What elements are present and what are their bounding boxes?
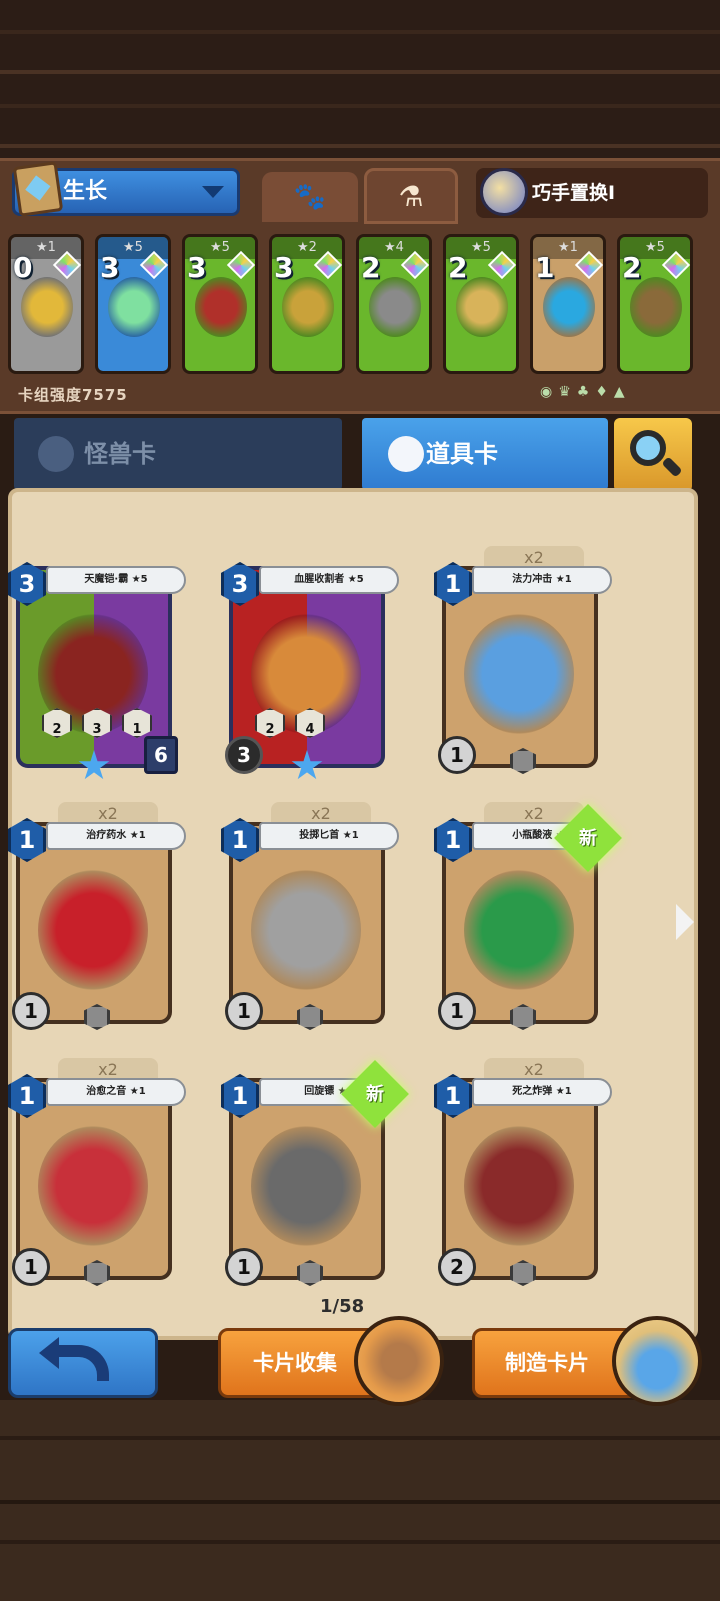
craft-card-label: 制造卡片 <box>505 1351 589 1375</box>
deck-card[interactable]: ★5 2 <box>617 234 693 374</box>
deck-card-cost: 3 <box>100 251 120 284</box>
deck-card[interactable]: ★4 2 <box>356 234 432 374</box>
card-name: 死之炸弹 ★1 <box>472 1078 612 1106</box>
card-attack: 1 <box>12 1248 50 1286</box>
card-attack: 3 <box>225 736 263 774</box>
tab-monster-cards[interactable]: 怪兽卡 <box>14 418 342 490</box>
deck-card-art <box>543 277 595 337</box>
deck-card-cost: 3 <box>187 251 207 284</box>
deck-card-cost: 2 <box>448 251 468 284</box>
collection-card[interactable]: 血腥收割者 ★5 3 3 2 4 <box>221 558 399 784</box>
card-name: 投掷匕首 ★1 <box>259 822 399 850</box>
card-attack: 1 <box>438 992 476 1030</box>
new-badge-label: 新 <box>366 1084 384 1105</box>
card-name: 治疗药水 ★1 <box>46 822 186 850</box>
card-name: 法力冲击 ★1 <box>472 566 612 594</box>
deck-card-row: ★1 0 ★5 3 ★5 3 ★2 3 ★4 2 ★5 2 ★1 1 ★5 2 <box>8 234 712 382</box>
paw-icon: 🐾 <box>293 182 327 212</box>
deck-card-cost: 1 <box>535 251 555 284</box>
element-water-icon: ♦ <box>595 384 614 400</box>
collection-card[interactable]: x2 小瓶酸液 ★1 1 1 新 <box>434 802 622 1040</box>
deck-name: 生长 <box>63 179 108 204</box>
deck-card-cost: 2 <box>361 251 381 284</box>
potion-icon <box>388 436 424 472</box>
back-arrow-tip <box>39 1337 59 1369</box>
wood-background-bottom <box>0 1400 720 1601</box>
element-neutral-icon: ◉ <box>540 384 559 400</box>
card-art <box>464 614 574 734</box>
deck-card[interactable]: ★5 3 <box>95 234 171 374</box>
deck-card-art <box>456 277 508 337</box>
card-art <box>464 1126 574 1246</box>
arrow-right-icon[interactable] <box>676 904 694 940</box>
skill-avatar-icon <box>480 168 528 216</box>
collection-card[interactable]: x2 法力冲击 ★1 1 1 <box>434 546 612 784</box>
search-button[interactable] <box>614 418 692 492</box>
collection-card[interactable]: x2 死之炸弹 ★1 1 2 <box>434 1058 612 1296</box>
card-art <box>38 1126 148 1246</box>
collection-card[interactable]: 回旋镖 ★1 1 1 新 <box>221 1060 409 1296</box>
potion-icon: ⚗ <box>398 180 424 213</box>
deck-card-art <box>195 277 247 337</box>
tab-item-label: 道具卡 <box>426 440 498 468</box>
tab-monster-label: 怪兽卡 <box>84 440 156 468</box>
back-button[interactable] <box>8 1328 158 1398</box>
deck-card[interactable]: ★1 1 <box>530 234 606 374</box>
deck-card[interactable]: ★5 3 <box>182 234 258 374</box>
deck-card-art <box>108 277 160 337</box>
deck-element-icons: ◉♛♣♦▲ <box>540 384 631 400</box>
card-attack: 1 <box>438 736 476 774</box>
card-grid: 天魔铠·霸 ★5 3 6 2 3 1 血腥收割者 ★5 3 3 2 4 x2 法力冲击 ★1 1 1 x2 治疗… <box>8 540 662 1300</box>
new-badge-label: 新 <box>579 828 597 849</box>
element-dark-icon: ♛ <box>558 384 577 400</box>
card-attack: 1 <box>225 992 263 1030</box>
deck-card[interactable]: ★1 0 <box>8 234 84 374</box>
paw-icon <box>38 436 74 472</box>
tab-monster-deck[interactable]: 🐾 <box>262 172 358 222</box>
element-nature-icon: ♣ <box>576 384 596 400</box>
card-book-icon[interactable] <box>354 1316 444 1406</box>
collection-card[interactable]: x2 投掷匕首 ★1 1 1 <box>221 802 399 1040</box>
card-art <box>251 870 361 990</box>
deck-card-cost: 0 <box>13 251 33 284</box>
deck-card-art <box>369 277 421 337</box>
deck-card-cost: 3 <box>274 251 294 284</box>
card-health: 6 <box>144 736 178 774</box>
card-name: 治愈之音 ★1 <box>46 1078 186 1106</box>
wood-background-top <box>0 0 720 160</box>
card-art <box>464 870 574 990</box>
collection-card[interactable]: x2 治愈之音 ★1 1 1 <box>8 1058 186 1296</box>
tab-item-cards[interactable]: 道具卡 <box>362 418 608 490</box>
deck-card[interactable]: ★5 2 <box>443 234 519 374</box>
card-art <box>38 870 148 990</box>
deck-book-icon <box>12 161 64 217</box>
card-name: 天魔铠·霸 ★5 <box>46 566 186 594</box>
card-name: 血腥收割者 ★5 <box>259 566 399 594</box>
magnifier-handle <box>661 456 683 478</box>
chevron-down-icon[interactable] <box>202 186 224 198</box>
back-arrow-icon <box>53 1345 109 1381</box>
deck-card-art <box>282 277 334 337</box>
deck-card-art <box>21 277 73 337</box>
deck-power: 卡组强度7575 <box>18 386 128 404</box>
deck-card[interactable]: ★2 3 <box>269 234 345 374</box>
deck-card-cost: 2 <box>622 251 642 284</box>
tab-item-deck[interactable]: ⚗ <box>364 168 458 224</box>
card-attack: 2 <box>438 1248 476 1286</box>
card-art <box>251 1126 361 1246</box>
deck-card-art <box>630 277 682 337</box>
collection-card[interactable]: x2 治疗药水 ★1 1 1 <box>8 802 186 1040</box>
skill-label: 巧手置换I <box>532 182 616 204</box>
page-count: 1/58 <box>320 1296 365 1317</box>
magnifier-icon <box>630 430 666 466</box>
card-attack: 1 <box>225 1248 263 1286</box>
paw-jar-icon[interactable] <box>612 1316 702 1406</box>
card-attack: 1 <box>12 992 50 1030</box>
collection-card[interactable]: 天魔铠·霸 ★5 3 6 2 3 1 <box>8 558 186 784</box>
element-fire-icon: ▲ <box>613 384 631 400</box>
card-collection-label: 卡片收集 <box>253 1351 337 1375</box>
